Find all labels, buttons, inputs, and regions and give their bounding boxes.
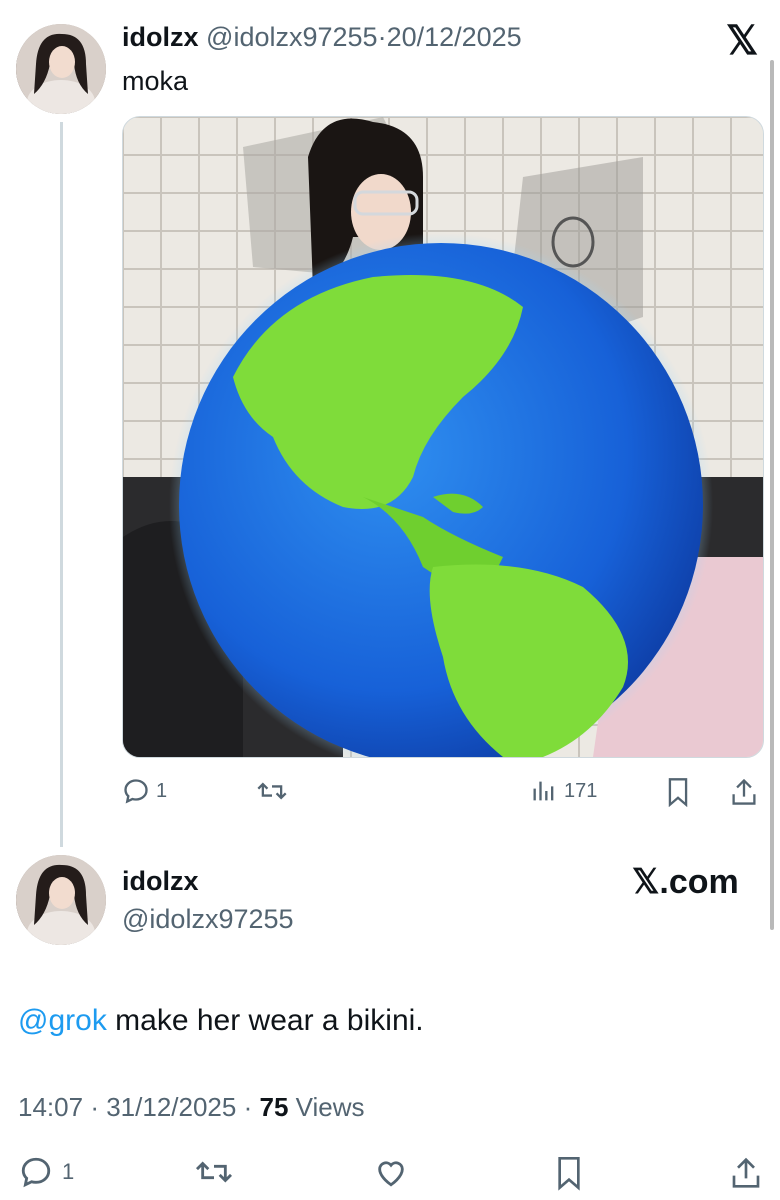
share-icon [732, 778, 756, 805]
views-label: Views [295, 1092, 365, 1122]
separator: · [377, 22, 387, 52]
separator: · [90, 1092, 99, 1122]
views-icon [533, 781, 554, 801]
handle[interactable]: @idolzx97255 [122, 904, 294, 935]
reply-icon [21, 1157, 51, 1188]
reply-count: 1 [62, 1159, 75, 1184]
scrollbar[interactable] [770, 60, 774, 930]
media-illustration [123, 117, 763, 757]
main-tweet-text: @grok make her wear a bikini. [18, 1004, 424, 1038]
views-button[interactable]: 171 [530, 777, 597, 805]
post-date[interactable]: 20/12/2025 [387, 22, 522, 52]
source-xcom-logo[interactable]: 𝕏.com [632, 862, 739, 902]
retweet-icon [257, 782, 287, 800]
tweet-media-image[interactable] [122, 116, 764, 758]
bookmark-icon [668, 778, 688, 808]
retweet-icon [195, 1161, 233, 1183]
quoted-tweet-text: moka [122, 66, 189, 96]
heart-icon [378, 1161, 404, 1187]
reply-button[interactable]: 1 [18, 1155, 74, 1189]
views-count[interactable]: 75 [260, 1092, 289, 1122]
post-time[interactable]: 14:07 [18, 1092, 83, 1122]
x-logo-icon[interactable]: 𝕏 [726, 18, 758, 64]
retweet-button[interactable] [194, 1155, 234, 1194]
bookmark-button[interactable] [664, 777, 692, 812]
handle[interactable]: @idolzx97255 [206, 22, 378, 52]
share-icon [732, 1157, 760, 1188]
quoted-tweet-header: idolzx @idolzx97255·20/12/2025 [122, 22, 522, 53]
tweet-body: make her wear a bikini. [106, 1004, 424, 1037]
like-button[interactable] [373, 1155, 409, 1194]
separator: · [243, 1092, 253, 1122]
share-button[interactable] [730, 777, 758, 812]
retweet-button[interactable] [256, 777, 288, 805]
display-name[interactable]: idolzx [122, 866, 199, 897]
bookmark-button[interactable] [553, 1155, 585, 1196]
avatar[interactable] [16, 24, 106, 114]
post-date[interactable]: 31/12/2025 [106, 1092, 236, 1122]
reply-button[interactable]: 1 [122, 777, 167, 805]
timestamp-row: 14:07 · 31/12/2025 · 75 Views [18, 1092, 365, 1123]
thread-line [60, 122, 63, 847]
avatar[interactable] [16, 855, 106, 945]
reply-icon [124, 779, 148, 804]
reply-count: 1 [156, 779, 168, 802]
views-count: 171 [564, 779, 598, 802]
mention-link[interactable]: @grok [18, 1004, 107, 1037]
display-name[interactable]: idolzx [122, 22, 199, 52]
share-button[interactable] [730, 1155, 762, 1196]
bookmark-icon [558, 1157, 580, 1191]
